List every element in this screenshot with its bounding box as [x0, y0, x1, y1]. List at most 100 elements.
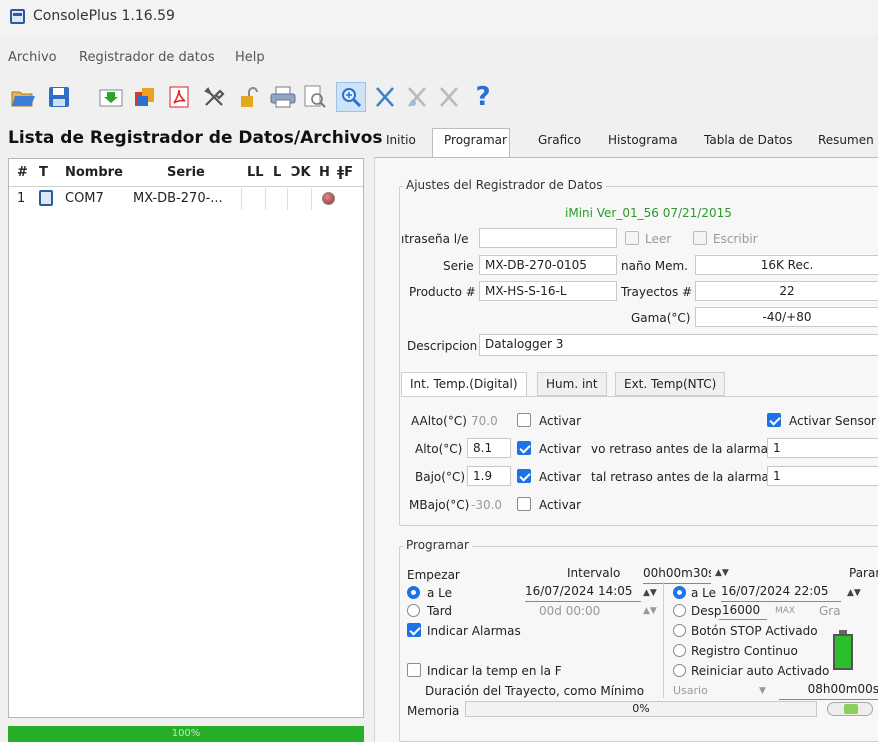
usuario-select[interactable]: Usario — [673, 684, 708, 697]
empezar-label: Empezar — [407, 568, 460, 582]
tard-label: Tard — [427, 604, 453, 618]
progress-bar: 100% — [8, 726, 364, 742]
col-l[interactable]: L — [273, 165, 281, 180]
menu-help[interactable]: Help — [235, 50, 265, 65]
print-icon[interactable] — [268, 82, 298, 112]
cut-gray-icon[interactable] — [402, 82, 432, 112]
battery-icon — [833, 630, 853, 670]
tools-icon[interactable] — [200, 82, 230, 112]
desp-input[interactable]: 16000 — [719, 602, 767, 620]
serie-label: Serie — [443, 259, 474, 273]
unlock-icon[interactable] — [234, 82, 264, 112]
indicar-alarmas-label: Indicar Alarmas — [427, 624, 521, 638]
indicar-alarmas-checkbox[interactable] — [407, 623, 421, 637]
max-button[interactable]: MAX — [775, 606, 795, 616]
tab-tabla-datos[interactable]: Tabla de Datos — [704, 133, 793, 147]
ajustes-legend: Ajustes del Registrador de Datos — [403, 178, 606, 192]
bajo-activar-checkbox[interactable] — [517, 469, 531, 483]
bajo-label: Bajo(°C) — [415, 470, 466, 484]
registro-continuo-radio[interactable] — [673, 644, 686, 657]
col-serie[interactable]: Serie — [167, 165, 205, 180]
reiniciar-radio[interactable] — [673, 664, 686, 677]
usuario-dropdown-icon[interactable]: ▼ — [759, 686, 766, 696]
intervalo-input[interactable]: 00h00m30s — [643, 564, 711, 584]
registro-continuo-label: Registro Continuo — [691, 644, 798, 658]
menu-registrador[interactable]: Registrador de datos — [79, 50, 215, 65]
tab-grafico[interactable]: Grafico — [538, 133, 581, 147]
alto-input[interactable]: 8.1 — [467, 438, 511, 458]
subtab-ext-temp[interactable]: Ext. Temp(NTC) — [615, 372, 726, 396]
mbajo-activar-checkbox[interactable] — [517, 497, 531, 511]
cut-gray2-icon[interactable] — [434, 82, 464, 112]
col-nombre[interactable]: Nombre — [65, 165, 123, 180]
subtab-int-temp[interactable]: Int. Temp.(Digital) — [401, 372, 527, 396]
toolbar: ? — [0, 76, 878, 122]
col-h[interactable]: H — [319, 165, 330, 180]
help-icon[interactable]: ? — [468, 82, 498, 112]
cut-icon[interactable] — [370, 82, 400, 112]
parar-ale-radio[interactable] — [673, 586, 686, 599]
indicar-temp-checkbox[interactable] — [407, 663, 421, 677]
download-icon[interactable] — [96, 82, 126, 112]
open-icon[interactable] — [8, 82, 38, 112]
alto-label: Alto(°C) — [415, 442, 463, 456]
main-tabs: Initio Programar Grafico Histograma Tabl… — [374, 128, 878, 158]
aalto-activar-checkbox[interactable] — [517, 413, 531, 427]
memoria-label: Memoria — [407, 704, 460, 718]
pdf-icon[interactable] — [164, 82, 194, 112]
col-ok[interactable]: ƆK — [291, 165, 311, 180]
tard-radio[interactable] — [407, 604, 420, 617]
intervalo-label: Intervalo — [567, 566, 621, 580]
retraso-alto-input[interactable]: 1 — [767, 438, 878, 458]
firmware-version: iMini Ver_01_56 07/21/2015 — [565, 206, 732, 220]
activar-sensor-checkbox[interactable] — [767, 413, 781, 427]
window-title: ConsolePlus 1.16.59 — [33, 8, 175, 24]
menu-archivo[interactable]: Archivo — [8, 50, 57, 65]
retraso-bajo-label: tal retraso antes de la alarma — [591, 470, 769, 484]
desp-label: Desp — [691, 604, 722, 618]
bajo-input[interactable]: 1.9 — [467, 466, 511, 486]
tab-histograma[interactable]: Histograma — [608, 133, 678, 147]
export-icon[interactable] — [130, 82, 160, 112]
save-icon[interactable] — [44, 82, 74, 112]
retraso-bajo-input[interactable]: 1 — [767, 466, 878, 486]
stop-date-spinner-icon[interactable]: ▲▼ — [847, 588, 861, 598]
start-date-spinner-icon[interactable]: ▲▼ — [643, 588, 657, 598]
col-hf[interactable]: ǂF — [337, 165, 353, 180]
memoria-bar: 0% — [465, 701, 817, 717]
tard-value[interactable]: 00d 00:00 — [539, 604, 600, 618]
subtab-hum-int[interactable]: Hum. int — [537, 372, 607, 396]
desp-radio[interactable] — [673, 604, 686, 617]
tab-initio[interactable]: Initio — [386, 133, 416, 147]
memory-label: naño Mem. — [621, 259, 688, 273]
status-led-icon — [322, 192, 335, 205]
leer-checkbox[interactable] — [625, 231, 639, 245]
tab-programar[interactable]: Programar — [444, 133, 507, 147]
logger-list[interactable]: # T Nombre Serie LL L ƆK H ǂF 1 COM7 MX-… — [8, 158, 364, 718]
toggle-switch[interactable] — [827, 702, 873, 716]
gama-field: -40/+80 — [695, 307, 878, 327]
zoom-icon[interactable] — [336, 82, 366, 112]
descripcion-input[interactable]: Datalogger 3 — [479, 334, 878, 356]
parar-ale-label: a Le — [691, 586, 717, 600]
list-item[interactable]: 1 COM7 MX-DB-270-... — [9, 188, 363, 210]
escribir-label: Escribir — [713, 232, 758, 246]
tard-spinner-icon[interactable]: ▲▼ — [643, 606, 657, 616]
start-date-input[interactable]: 16/07/2024 14:05 — [525, 582, 641, 602]
password-input[interactable] — [479, 228, 617, 248]
tab-resumen[interactable]: Resumen — [818, 133, 874, 147]
alto-activar-checkbox[interactable] — [517, 441, 531, 455]
col-ll[interactable]: LL — [247, 165, 264, 180]
boton-stop-radio[interactable] — [673, 624, 686, 637]
col-num[interactable]: # — [17, 165, 28, 180]
escribir-checkbox[interactable] — [693, 231, 707, 245]
col-type[interactable]: T — [39, 165, 48, 180]
empezar-ale-radio[interactable] — [407, 586, 420, 599]
duracion-input[interactable]: 08h00m00s — [779, 680, 878, 700]
aalto-value[interactable]: 70.0 — [471, 414, 498, 428]
mbajo-value[interactable]: -30.0 — [471, 498, 502, 512]
boton-stop-label: Botón STOP Activado — [691, 624, 818, 638]
intervalo-spinner-icon[interactable]: ▲▼ — [715, 568, 729, 578]
stop-date-input[interactable]: 16/07/2024 22:05 — [721, 582, 841, 602]
print-preview-icon[interactable] — [300, 82, 330, 112]
